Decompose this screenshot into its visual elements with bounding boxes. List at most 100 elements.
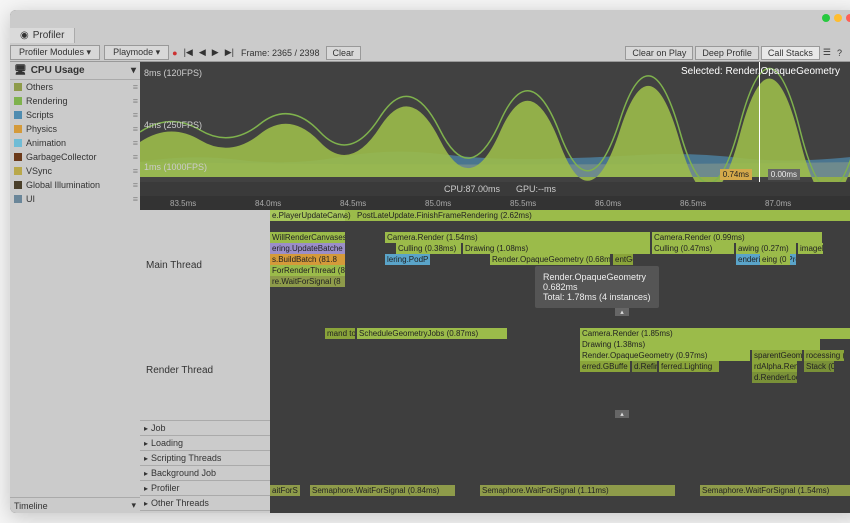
bar-waitsignal[interactable]: re.WaitForSignal (8: [270, 276, 345, 287]
drag-icon: ≡: [133, 166, 136, 176]
help-icon[interactable]: ?: [834, 48, 845, 58]
context-menu-icon[interactable]: ☰: [820, 47, 834, 58]
category-rendering[interactable]: Rendering≡: [10, 94, 140, 108]
bar-sem1[interactable]: Semaphore.WaitForSignal (0.84ms): [310, 485, 455, 496]
tooltip: Render.OpaqueGeometry 0.682ms Total: 1.7…: [535, 266, 659, 308]
bar-awing[interactable]: awing (0.27m): [736, 243, 796, 254]
minimize-dot[interactable]: [822, 14, 830, 22]
track-loading[interactable]: ▸Loading: [140, 435, 270, 450]
track-main-thread[interactable]: Main Thread: [140, 210, 270, 320]
drag-icon: ≡: [133, 138, 136, 148]
track-scripting[interactable]: ▸Scripting Threads: [140, 450, 270, 465]
bar-culling2[interactable]: Culling (0.47ms): [652, 243, 734, 254]
drag-icon: ≡: [133, 110, 136, 120]
swatch-icon: [14, 181, 22, 189]
bar-eing[interactable]: eing (0: [760, 254, 790, 265]
record-icon[interactable]: ●: [169, 48, 180, 58]
bar-drawing-r[interactable]: Drawing (1.38ms): [580, 339, 820, 350]
drag-icon: ≡: [133, 124, 136, 134]
clear-button[interactable]: Clear: [326, 46, 362, 60]
swatch-icon: [14, 97, 22, 105]
bar-stack[interactable]: Stack (0: [804, 361, 834, 372]
bar-podp[interactable]: lering.PodP: [385, 254, 430, 265]
profiler-modules-dropdown[interactable]: Profiler Modules ▾: [10, 45, 100, 60]
bar-waitfors[interactable]: aitForS: [270, 485, 300, 496]
tab-profiler[interactable]: ◉ Profiler: [10, 28, 75, 43]
bar-sem3[interactable]: Semaphore.WaitForSignal (1.54ms): [700, 485, 850, 496]
bar-renderloop[interactable]: d.RenderLoo: [752, 372, 797, 383]
category-scripts[interactable]: Scripts≡: [10, 108, 140, 122]
bar-opaque-r[interactable]: Render.OpaqueGeometry (0.97ms): [580, 350, 750, 361]
expand-icon: ▸: [144, 469, 148, 478]
bar-mand[interactable]: mand to: [325, 328, 355, 339]
category-physics[interactable]: Physics≡: [10, 122, 140, 136]
more-icon[interactable]: ⋮: [845, 47, 850, 58]
swatch-icon: [14, 167, 22, 175]
bullseye-icon: ◉: [20, 30, 29, 41]
bar-buildbatch[interactable]: s.BuildBatch (81.8: [270, 254, 345, 265]
bar-processing[interactable]: rocessing (1: [804, 350, 844, 361]
bar-alpha[interactable]: rdAlpha.Ren: [752, 361, 797, 372]
bar-culling1[interactable]: Culling (0.38ms): [396, 243, 461, 254]
close-dot[interactable]: [846, 14, 850, 22]
chart-label-1ms: 1ms (1000FPS): [144, 162, 207, 172]
swatch-icon: [14, 125, 22, 133]
bar-forrender[interactable]: ForRenderThread (8: [270, 265, 345, 276]
track-audio[interactable]: ▸Audio: [140, 510, 270, 513]
category-ui[interactable]: UI≡: [10, 192, 140, 206]
frame-playhead[interactable]: [759, 62, 760, 182]
selected-label: Selected: Render.OpaqueGeometry: [681, 66, 840, 77]
track-job[interactable]: ▸Job: [140, 420, 270, 435]
bar-schedule[interactable]: ScheduleGeometryJobs (0.87ms): [357, 328, 507, 339]
bar-updatebatch[interactable]: ering.UpdateBatche: [270, 243, 345, 254]
bar-camera2[interactable]: Camera.Render (0.99ms): [652, 232, 822, 243]
time-ruler[interactable]: 83.5ms 84.0ms 84.5ms 85.0ms 85.5ms 86.0m…: [140, 196, 850, 210]
timeline-canvas[interactable]: PlayerLoop (87.00ms) PostLateUpdate.Fini…: [270, 210, 850, 513]
maximize-dot[interactable]: [834, 14, 842, 22]
timeline-dropdown[interactable]: Timeline: [14, 501, 48, 511]
chevron-down-icon: ▾: [156, 47, 161, 57]
track-render-thread[interactable]: Render Thread: [140, 320, 270, 420]
bar-transparent[interactable]: sparentGeome: [752, 350, 802, 361]
chevron-down-icon: ▾: [131, 500, 136, 511]
category-global-illumination[interactable]: Global Illumination≡: [10, 178, 140, 192]
category-others[interactable]: Others≡: [10, 80, 140, 94]
playmode-dropdown[interactable]: Playmode ▾: [104, 45, 169, 60]
bar-camera-r[interactable]: Camera.Render (1.85ms): [580, 328, 850, 339]
chart-label-4ms: 4ms (250FPS): [144, 120, 202, 130]
collapse-icon[interactable]: ▴: [615, 410, 629, 418]
bar-opaque[interactable]: Render.OpaqueGeometry (0.68ms): [490, 254, 610, 265]
cpu-chart[interactable]: Selected: Render.OpaqueGeometry 8ms (120…: [140, 62, 850, 182]
last-frame-icon[interactable]: ▶|: [222, 47, 237, 58]
bar-camera1[interactable]: Camera.Render (1.54ms): [385, 232, 650, 243]
bar-postlate[interactable]: PostLateUpdate.FinishFrameRendering (2.6…: [355, 210, 825, 221]
chart-label-8ms: 8ms (120FPS): [144, 68, 202, 78]
swatch-icon: [14, 139, 22, 147]
bar-sem2[interactable]: Semaphore.WaitForSignal (1.11ms): [480, 485, 675, 496]
bar-drawing1[interactable]: Drawing (1.08ms): [463, 243, 650, 254]
next-frame-icon[interactable]: ▶: [209, 47, 222, 58]
bar-lighting[interactable]: ferred.Lighting: [659, 361, 719, 372]
bar-willrender[interactable]: WillRenderCanvases: [270, 232, 345, 243]
category-animation[interactable]: Animation≡: [10, 136, 140, 150]
first-frame-icon[interactable]: |◀: [181, 47, 196, 58]
category-vsync[interactable]: VSync≡: [10, 164, 140, 178]
collapse-icon[interactable]: ▴: [615, 308, 629, 316]
track-background[interactable]: ▸Background Job: [140, 465, 270, 480]
call-stacks-button[interactable]: Call Stacks: [761, 46, 820, 60]
deep-profile-button[interactable]: Deep Profile: [695, 46, 759, 60]
track-profiler[interactable]: ▸Profiler: [140, 480, 270, 495]
bar-canv[interactable]: e.PlayerUpdateCanv: [270, 210, 345, 221]
cpu-usage-header[interactable]: 🖥 CPU Usage ▾: [10, 62, 140, 80]
clear-on-play-button[interactable]: Clear on Play: [625, 46, 693, 60]
track-other[interactable]: ▸Other Threads: [140, 495, 270, 510]
prev-frame-icon[interactable]: ◀: [196, 47, 209, 58]
category-garbagecollector[interactable]: GarbageCollector≡: [10, 150, 140, 164]
bar-refine[interactable]: d.Refine: [632, 361, 657, 372]
bar-imagee[interactable]: imageE: [798, 243, 823, 254]
bar-gbuffer[interactable]: erred.GBuffe: [580, 361, 630, 372]
expand-icon: ▸: [144, 499, 148, 508]
chevron-down-icon: ▾: [131, 65, 136, 76]
time-badge-right: 0.00ms: [768, 169, 800, 180]
swatch-icon: [14, 111, 22, 119]
